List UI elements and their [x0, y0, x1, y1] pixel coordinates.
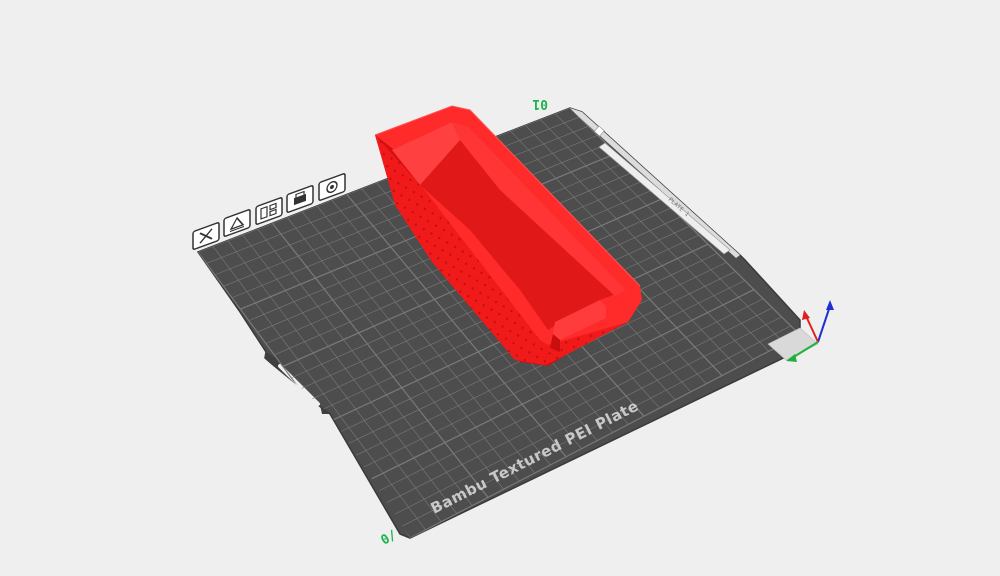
3d-viewport[interactable]: PLATE 1 Bambu Textured PEI Plate 0/ 01 — [0, 0, 1000, 576]
plate-corner-label: 01 — [532, 96, 548, 111]
plate-origin-label: 0/ — [379, 528, 400, 549]
